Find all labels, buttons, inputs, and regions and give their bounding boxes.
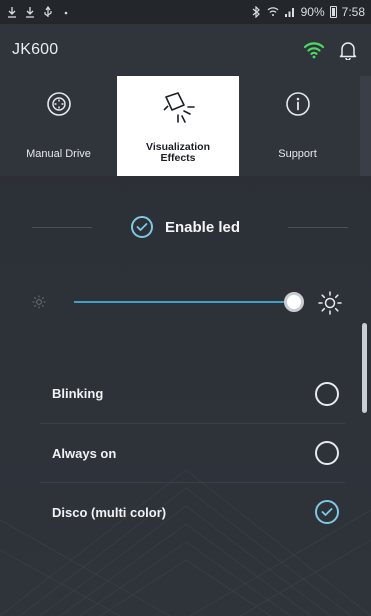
tab-overflow[interactable] <box>360 76 371 176</box>
tab-icon-wrap <box>46 78 72 130</box>
tab-support[interactable]: Support <box>239 76 356 176</box>
wifi-icon <box>267 7 279 16</box>
spotlight-icon <box>163 92 195 123</box>
check-icon <box>321 508 333 516</box>
dot-icon <box>64 11 68 15</box>
download-icon <box>26 7 34 18</box>
slider-track[interactable] <box>74 301 294 303</box>
option-radio-selected[interactable] <box>315 500 339 524</box>
device-name: JK600 <box>12 41 59 58</box>
enable-led-checkbox[interactable] <box>130 216 153 238</box>
tab-icon-wrap <box>158 84 198 136</box>
option-label: Blinking <box>52 386 104 401</box>
bell-icon[interactable] <box>339 40 357 60</box>
bluetooth-icon <box>252 6 260 18</box>
slider-thumb[interactable] <box>284 292 304 312</box>
option-label: Always on <box>52 445 117 461</box>
status-system: 90% 7:58 <box>250 5 365 19</box>
wifi-icon[interactable] <box>303 41 325 59</box>
tab-icon-wrap <box>285 78 311 130</box>
option-radio[interactable] <box>315 441 339 465</box>
brightness-slider[interactable] <box>0 282 371 322</box>
brightness-high-icon <box>318 291 342 315</box>
effect-options: Blinking Always on Disco (multi color) <box>0 364 371 541</box>
download-icon <box>8 7 16 18</box>
battery-percent: 90% <box>300 5 325 19</box>
check-icon <box>136 223 148 231</box>
tab-visualization-effects[interactable]: Visualization Effects <box>117 76 239 176</box>
battery-icon <box>329 6 337 18</box>
info-icon <box>285 92 310 116</box>
option-disco[interactable]: Disco (multi color) <box>40 482 345 541</box>
enable-led-label: Enable led <box>164 218 241 236</box>
tab-label: Support <box>278 148 317 160</box>
signal-icon <box>284 8 294 17</box>
divider-left <box>32 227 92 228</box>
tab-label: Manual Drive <box>26 148 91 160</box>
status-bar: 90% 7:58 <box>0 0 371 24</box>
app-bar-actions <box>303 40 357 60</box>
usb-icon <box>44 6 52 17</box>
option-label: Disco (multi color) <box>52 504 167 520</box>
enable-led-row[interactable]: Enable led <box>0 204 371 250</box>
tab-manual-drive[interactable]: Manual Drive <box>0 76 117 176</box>
app-bar: JK600 <box>0 24 371 76</box>
divider-right <box>288 227 348 228</box>
brightness-low-icon <box>32 295 46 309</box>
gamepad-icon <box>46 92 71 116</box>
option-radio[interactable] <box>315 381 339 406</box>
status-notifications <box>6 6 250 18</box>
tab-label: Visualization Effects <box>146 141 210 165</box>
tab-bar: Manual Drive Visualization Effects Suppo… <box>0 76 371 176</box>
option-blinking[interactable]: Blinking <box>40 364 345 423</box>
status-time: 7:58 <box>341 5 365 19</box>
screen: 90% 7:58 JK600 Manual Drive Visualizatio… <box>0 0 371 616</box>
option-always-on[interactable]: Always on <box>40 423 345 482</box>
